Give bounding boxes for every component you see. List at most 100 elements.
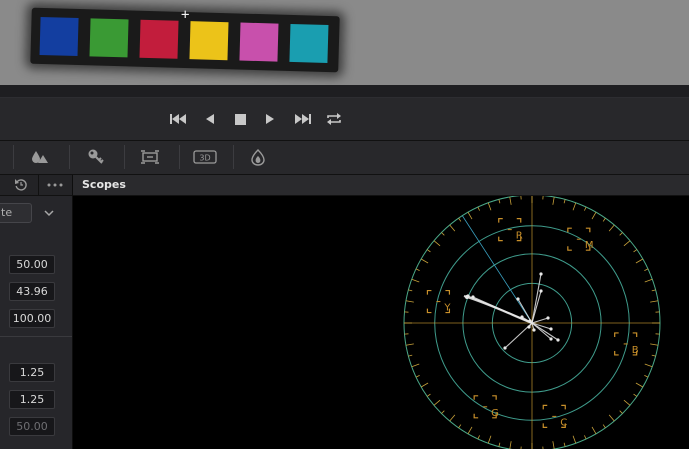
reset-button[interactable] bbox=[13, 177, 29, 193]
ring-tick bbox=[449, 414, 456, 422]
ring-tick bbox=[563, 442, 566, 447]
qualifier-button[interactable] bbox=[27, 146, 53, 168]
ring-tick bbox=[623, 399, 631, 406]
value-field-3[interactable]: 100.00 bbox=[9, 309, 55, 328]
target-box-corner bbox=[561, 404, 566, 410]
ring-tick bbox=[415, 268, 420, 271]
skip-to-start-icon bbox=[170, 114, 186, 124]
trace-point bbox=[549, 327, 553, 331]
previous-frame-button[interactable] bbox=[198, 109, 222, 129]
section-divider bbox=[0, 336, 72, 337]
ring-tick bbox=[584, 206, 587, 211]
scope-display: R M B C G Y bbox=[73, 196, 689, 449]
trace-point bbox=[532, 328, 536, 332]
toolbar-divider bbox=[69, 145, 70, 169]
color-patch-cyan bbox=[289, 23, 329, 63]
ring-tick bbox=[433, 240, 441, 247]
trace-line bbox=[531, 322, 559, 341]
trace-point bbox=[527, 325, 531, 329]
value-field-2[interactable]: 43.96 bbox=[9, 282, 55, 301]
ring-tick bbox=[487, 202, 492, 211]
target-box-corner bbox=[473, 413, 479, 419]
stop-icon bbox=[234, 113, 246, 125]
toolbar-divider bbox=[179, 145, 180, 169]
target-box-corner bbox=[473, 395, 479, 400]
target-box-corner bbox=[614, 332, 619, 337]
trace-point bbox=[503, 346, 507, 350]
loop-button[interactable] bbox=[322, 109, 346, 129]
ring-tick bbox=[608, 224, 615, 232]
qualifier-icon bbox=[32, 151, 48, 163]
target-label-g: G bbox=[491, 408, 499, 419]
ring-tick bbox=[426, 393, 431, 397]
ring-tick bbox=[552, 441, 555, 449]
sizing-button[interactable] bbox=[137, 146, 163, 168]
ring-tick bbox=[635, 258, 644, 264]
ring-tick bbox=[623, 240, 631, 247]
ring-tick bbox=[563, 199, 566, 204]
trace-point bbox=[465, 295, 469, 299]
play-button[interactable] bbox=[258, 109, 282, 129]
ring-tick bbox=[644, 375, 649, 378]
trace-line bbox=[531, 273, 542, 324]
3d-label: 3D bbox=[199, 154, 210, 163]
ring-tick bbox=[608, 414, 615, 422]
skip-to-end-button[interactable] bbox=[290, 109, 314, 129]
mode-dropdown[interactable]: te bbox=[0, 203, 32, 223]
target-label-b: B bbox=[632, 345, 639, 356]
ring-tick bbox=[633, 393, 638, 397]
ring-tick bbox=[498, 442, 501, 447]
value-field-4[interactable]: 1.25 bbox=[9, 363, 55, 382]
target-label-m: M bbox=[585, 240, 594, 251]
3d-button[interactable]: 3D bbox=[192, 146, 218, 168]
ring-tick bbox=[572, 435, 577, 444]
ring-tick bbox=[433, 399, 441, 406]
color-patch-magenta bbox=[239, 22, 279, 62]
ring-tick bbox=[572, 202, 577, 211]
ring-tick bbox=[408, 289, 413, 292]
ring-tick bbox=[644, 278, 653, 283]
color-patch-red bbox=[139, 19, 179, 59]
ring-tick bbox=[487, 435, 492, 444]
ring-tick bbox=[552, 196, 555, 205]
target-box-corner bbox=[567, 227, 572, 233]
options-button[interactable] bbox=[45, 177, 65, 193]
key-button[interactable] bbox=[83, 146, 109, 168]
skip-to-end-icon bbox=[295, 114, 311, 124]
target-box-corner bbox=[632, 332, 638, 337]
viewer: + bbox=[0, 0, 689, 85]
sizing-icon bbox=[141, 150, 159, 164]
chevron-down-icon[interactable] bbox=[42, 205, 56, 219]
ring-tick bbox=[426, 249, 431, 253]
ring-tick bbox=[633, 249, 638, 253]
crosshair-cursor: + bbox=[181, 7, 190, 23]
ring-tick bbox=[509, 441, 512, 449]
ring-tick bbox=[591, 211, 597, 220]
value-field-5[interactable]: 1.25 bbox=[9, 390, 55, 409]
stop-button[interactable] bbox=[228, 109, 252, 129]
skip-to-start-button[interactable] bbox=[167, 109, 191, 129]
fx-icon bbox=[251, 149, 265, 166]
toolbar-divider bbox=[13, 145, 14, 169]
palette-toolbar: 3D bbox=[0, 141, 689, 175]
color-patch-yellow bbox=[189, 21, 229, 61]
left-panel-header bbox=[0, 175, 72, 196]
target-box-corner bbox=[492, 395, 497, 400]
ring-tick bbox=[602, 217, 606, 222]
ring-tick bbox=[449, 224, 456, 232]
trace-line bbox=[531, 317, 549, 324]
fx-button[interactable] bbox=[245, 146, 271, 168]
toolbar-divider bbox=[124, 145, 125, 169]
ring-tick bbox=[477, 435, 480, 440]
target-box-corner bbox=[426, 308, 432, 314]
value-field-1[interactable]: 50.00 bbox=[9, 255, 55, 274]
ring-tick bbox=[498, 199, 501, 204]
value-field-6[interactable]: 50.00 bbox=[9, 417, 55, 436]
3d-icon: 3D bbox=[193, 150, 217, 164]
ring-tick bbox=[591, 426, 597, 435]
key-icon bbox=[88, 149, 104, 164]
target-box-corner bbox=[426, 289, 432, 295]
ring-tick bbox=[467, 211, 473, 220]
trace-point bbox=[539, 289, 543, 293]
ring-tick bbox=[411, 278, 420, 283]
